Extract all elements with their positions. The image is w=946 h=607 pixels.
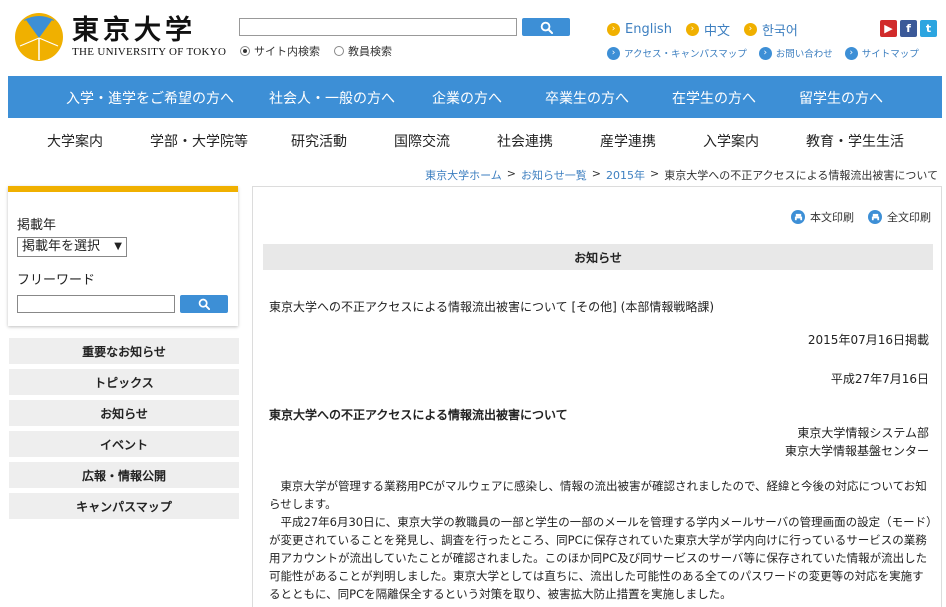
lang-korean-label: 한국어 [761,24,798,39]
subnav-about[interactable]: 大学案内 [47,131,103,151]
posted-date: 2015年07月16日掲載 [807,333,929,347]
contact-label: お問い合わせ [775,49,833,60]
subnav-research[interactable]: 研究活動 [291,131,347,151]
printer-icon [868,210,882,224]
search-icon [540,21,553,34]
nav-general-public[interactable]: 社会人・一般の方へ [269,88,395,108]
year-select[interactable]: 掲載年を選択 ▼ [17,237,127,257]
logo-japanese-text: 東京大学 [72,15,196,46]
chevron-right-icon: › [743,23,757,36]
ginkgo-logo-icon [15,13,63,61]
nav-current-students[interactable]: 在学生の方へ [672,88,756,108]
access-map-label: アクセス・キャンパスマップ [624,49,747,60]
nav-companies[interactable]: 企業の方へ [432,88,502,108]
breadcrumb-home[interactable]: 東京大学ホーム [425,167,502,183]
subnav-international[interactable]: 国際交流 [394,131,450,151]
year-label: 掲載年 [17,218,57,233]
chevron-right-icon: › [758,46,772,60]
printer-icon [791,210,805,224]
freeword-search-button[interactable] [180,295,228,313]
breadcrumb-year[interactable]: 2015年 [606,167,645,183]
sitemap-link[interactable]: › サイトマップ [844,46,919,60]
lang-chinese-link[interactable]: › 中文 [685,20,730,39]
issue-date: 平成27年7月16日 [830,372,929,386]
article-paragraph: 平成27年6月30日に、東京大学の教職員の一部と学生の一部のメールを管理する学内… [269,515,932,601]
youtube-icon[interactable]: ▶ [880,20,897,37]
radio-faculty-search-label: 教員検索 [348,45,392,58]
print-body-label: 本文印刷 [810,211,854,224]
radio-site-search[interactable]: サイト内検索 [240,43,320,59]
sidebar-item-news[interactable]: お知らせ [9,400,239,426]
freeword-input[interactable] [17,295,175,313]
breadcrumb: 東京大学ホーム > お知らせ一覧 > 2015年 > 東京大学への不正アクセスに… [425,167,938,183]
breadcrumb-current: 東京大学への不正アクセスによる情報流出被害について [664,169,938,182]
university-logo[interactable]: 東京大学 THE UNIVERSITY OF TOKYO [14,12,226,62]
subnav-faculties[interactable]: 学部・大学院等 [150,131,248,151]
lang-english-link[interactable]: › English [607,20,672,39]
chevron-right-icon: › [607,23,620,36]
chevron-right-icon: › [844,46,858,60]
contact-link[interactable]: › お問い合わせ [758,46,833,60]
search-button[interactable] [522,18,570,36]
radio-unselected-indicator [334,46,344,56]
lang-english-label: English [625,22,672,37]
sidebar-item-events[interactable]: イベント [9,431,239,457]
twitter-icon[interactable]: t [920,20,937,37]
subnav-industry-collab[interactable]: 産学連携 [600,131,656,151]
lang-chinese-label: 中文 [703,24,730,39]
dropdown-arrow-icon: ▼ [114,241,122,252]
lang-korean-link[interactable]: › 한국어 [743,20,798,39]
subnav-admissions[interactable]: 入学案内 [703,131,759,151]
print-all-button[interactable]: 全文印刷 [868,209,931,225]
site-search-input[interactable] [239,18,517,36]
article-body: 東京大学が管理する業務用PCがマルウェアに感染し、情報の流出被害が確認されました… [269,477,933,603]
breadcrumb-news-list[interactable]: お知らせ一覧 [521,167,587,183]
breadcrumb-separator: > [591,167,601,180]
radio-faculty-search[interactable]: 教員検索 [334,43,392,59]
chevron-right-icon: › [685,23,699,36]
sidebar-item-campus-map[interactable]: キャンパスマップ [9,493,239,519]
section-header: お知らせ [263,244,933,270]
freeword-label: フリーワード [17,273,96,288]
main-navigation: 入学・進学をご希望の方へ 社会人・一般の方へ 企業の方へ 卒業生の方へ 在学生の… [8,76,942,118]
article-paragraph: 東京大学が管理する業務用PCがマルウェアに感染し、情報の流出被害が確認されました… [269,479,927,511]
sidebar-item-topics[interactable]: トピックス [9,369,239,395]
sidebar-item-pr[interactable]: 広報・情報公開 [9,462,239,488]
chevron-right-icon: › [607,46,620,60]
facebook-icon[interactable]: f [900,20,917,37]
sidebar-filter-panel: 掲載年 掲載年を選択 ▼ フリーワード [8,186,238,326]
nav-alumni[interactable]: 卒業生の方へ [545,88,629,108]
subnav-social-collab[interactable]: 社会連携 [497,131,553,151]
issuer-org-1: 東京大学情報システム部 [797,426,929,440]
sidebar-item-important[interactable]: 重要なお知らせ [9,338,239,364]
radio-site-search-label: サイト内検索 [254,45,320,58]
radio-selected-indicator [240,46,250,56]
search-icon [198,298,210,310]
nav-prospective-students[interactable]: 入学・進学をご希望の方へ [66,88,234,108]
article-title-line: 東京大学への不正アクセスによる情報流出被害について [その他] (本部情報戦略課… [269,300,715,314]
print-all-label: 全文印刷 [887,211,931,224]
year-select-value: 掲載年を選択 [22,239,101,254]
sitemap-label: サイトマップ [861,49,919,60]
access-map-link[interactable]: › アクセス・キャンパスマップ [607,46,747,60]
article-heading: 東京大学への不正アクセスによる情報流出被害について [269,408,568,422]
nav-international-students[interactable]: 留学生の方へ [799,88,883,108]
breadcrumb-separator: > [649,167,660,180]
print-body-button[interactable]: 本文印刷 [791,209,854,225]
issuer-org-2: 東京大学情報基盤センター [784,444,929,458]
breadcrumb-separator: > [506,167,516,180]
article-panel: 本文印刷 全文印刷 お知らせ 東京大学への不正アクセスによる情報流出被害について… [252,186,942,607]
subnav-student-life[interactable]: 教育・学生生活 [806,131,904,151]
logo-english-text: THE UNIVERSITY OF TOKYO [72,46,227,58]
